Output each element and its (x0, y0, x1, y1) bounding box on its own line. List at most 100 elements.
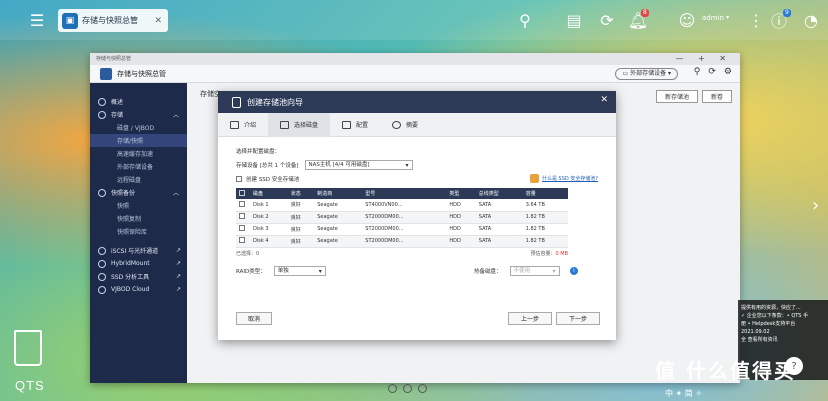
enclosure-label: 存储设备 [总共 1 个设备] (236, 163, 299, 169)
window-titlebar[interactable]: 存储与快照总管 — + ✕ (90, 53, 740, 65)
wizard-body: 选择并配置磁盘： 存储设备 [总共 1 个设备] NAS主机 [4/4 可用磁盘… (218, 137, 616, 286)
col-type[interactable]: 类型 (446, 188, 475, 199)
user-icon[interactable]: ☺ (676, 9, 698, 31)
new-volume-button[interactable]: 新卷 (701, 90, 732, 103)
cell-bus: SATA (475, 211, 523, 224)
user-chevron-icon[interactable]: ▾ (726, 14, 729, 21)
config-icon (342, 120, 352, 129)
row-checkbox[interactable] (239, 200, 245, 207)
cell-capacity: 1.82 TB (522, 211, 568, 224)
top-taskbar: ☰ ▣ 存储与快照总管 ✕ ⚲ ▤ ⟳ 🔔︎ 8 ☺ admin ▾ ⋮ ⓘ 9… (0, 0, 828, 40)
row-checkbox[interactable] (239, 225, 245, 231)
cell-disk: Disk 1 (250, 199, 288, 212)
cancel-button[interactable]: 取消 (236, 312, 272, 325)
row-checkbox[interactable] (239, 213, 245, 219)
info-icon[interactable]: i (570, 266, 578, 275)
task-title: 存储与快照总管 (82, 16, 138, 25)
notification-badge: 8 (641, 9, 649, 17)
notification-line: 册 • Helpdesk支持平台 (741, 321, 796, 327)
notification-line: 2021.09.02 (741, 329, 770, 335)
cell-status: 良好 (287, 199, 315, 212)
user-name[interactable]: admin (702, 14, 724, 22)
select-all-checkbox[interactable] (239, 189, 245, 196)
cell-disk: Disk 2 (250, 211, 288, 224)
search-icon[interactable]: ⚲ (514, 9, 536, 31)
window-controls[interactable]: — + ✕ (676, 53, 733, 65)
capacity-value: 0 MB (555, 250, 568, 257)
sidebar-item-external-storage[interactable]: 外部存储设备 (90, 160, 187, 173)
refresh-icon[interactable]: ⟳ (708, 67, 716, 77)
check-circle-icon (392, 120, 402, 129)
background-task-icon[interactable]: ▤ (563, 9, 585, 31)
hot-spare-select[interactable]: 不使用 (509, 265, 560, 276)
settings-gear-icon[interactable]: ⚙ (724, 67, 732, 77)
step-summary: 摘要 (380, 113, 430, 137)
help-bubble-icon[interactable]: ? (785, 357, 803, 375)
search-icon[interactable]: ⚲ (694, 67, 701, 77)
sidebar-item-hybridmount[interactable]: HybridMount ↗ (90, 257, 187, 270)
col-capacity[interactable]: 容量 (523, 188, 568, 199)
table-header-row: 磁盘 状态 制造商 型号 类型 总线类型 容量 (236, 188, 568, 199)
table-row[interactable]: Disk 3 良好 Seagate ST2000DM00... HDD SATA… (236, 223, 568, 236)
cell-vendor: Seagate (314, 235, 363, 248)
close-task-icon[interactable]: ✕ (154, 16, 162, 26)
col-model[interactable]: 型号 (362, 188, 446, 199)
raid-type-select[interactable]: 单独 (273, 265, 326, 276)
prev-button[interactable]: 上一步 (508, 312, 552, 325)
close-icon[interactable]: ✕ (600, 95, 608, 105)
table-row[interactable]: Disk 4 良好 Seagate ST2000DM00... HDD SATA… (236, 235, 568, 248)
step-intro: 介绍 (218, 113, 268, 137)
window-header: 存储与快照总管 ▭ 外部存储设备 ▾ ⚲ ⟳ ⚙ (90, 65, 740, 83)
sidebar-item-remote-disk[interactable]: 远程磁盘 (90, 173, 187, 186)
ssd-icon (98, 272, 106, 281)
notification-line: 提供有用的资源，快应了... (741, 305, 801, 311)
next-page-chevron-icon[interactable]: › (812, 195, 819, 216)
recycle-bin-icon[interactable] (14, 330, 42, 366)
col-vendor[interactable]: 制造商 (314, 188, 362, 199)
cell-status: 良好 (287, 211, 315, 224)
col-disk[interactable]: 磁盘 (250, 188, 288, 199)
window-title: 存储与快照总管 (117, 69, 166, 78)
ssd-profile-checkbox[interactable] (236, 176, 242, 182)
sidebar-item-snapshot-vault[interactable]: 快照保险库 (90, 225, 187, 238)
sidebar-item-snapshot-backup[interactable]: 快照备份 ︿ (90, 186, 187, 199)
row-checkbox[interactable] (239, 237, 245, 243)
watermark-logo: 值 什么值得买 (655, 359, 796, 383)
col-status[interactable]: 状态 (288, 188, 315, 199)
sidebar-item-snapshot-replica[interactable]: 快照复制 (90, 212, 187, 225)
cell-capacity: 3.64 TB (522, 199, 568, 212)
external-device-button[interactable]: ▭ 外部存储设备 ▾ (615, 68, 678, 80)
sidebar-item-iscsi[interactable]: iSCSI 与光纤通道 ↗ (90, 244, 187, 257)
dashboard-icon[interactable]: ◔ (800, 9, 822, 31)
external-link-icon: ↗ (175, 273, 181, 280)
col-bus[interactable]: 总线类型 (476, 188, 523, 199)
cell-capacity: 1.82 TB (522, 235, 568, 248)
more-options-icon[interactable]: ⋮ (745, 9, 767, 31)
sidebar-item-snapshot[interactable]: 快照 (90, 199, 187, 212)
window-small-title: 存储与快照总管 (96, 56, 132, 62)
external-link-icon: ↗ (175, 286, 181, 293)
sidebar-item-vjbod-cloud[interactable]: VJBOD Cloud ↗ (90, 283, 187, 296)
step-configure: 配置 (330, 113, 380, 137)
sidebar-item-storage-snapshots[interactable]: 存储/快照 (90, 134, 187, 147)
next-button[interactable]: 下一步 (556, 312, 600, 325)
sidebar-item-overview[interactable]: 概述 (90, 95, 187, 108)
external-device-icon[interactable]: ⟳ (596, 9, 618, 31)
table-row[interactable]: Disk 2 良好 Seagate ST2000DM00... HDD SATA… (236, 211, 568, 224)
main-menu-icon[interactable]: ☰ (26, 9, 48, 31)
ssd-help-link[interactable]: 什么是 SSD 安全存储池? (529, 174, 598, 183)
sidebar-item-ssd-profiling[interactable]: SSD 分析工具 ↗ (90, 270, 187, 283)
desktop-pager[interactable] (388, 384, 427, 393)
watermark-sub: 中 ✦ 简 ✧ (665, 389, 703, 398)
sidebar-item-cache[interactable]: 高速缓存加速 (90, 147, 187, 160)
table-row[interactable]: Disk 1 良好 Seagate ST4000VN00... HDD SATA… (236, 199, 568, 212)
sidebar-item-disks[interactable]: 磁盘 / VJBOD (90, 121, 187, 134)
cell-model: ST2000DM00... (362, 211, 447, 224)
new-pool-button[interactable]: 新存储池 (655, 90, 698, 103)
enclosure-select[interactable]: NAS主机 [4/4 可用磁盘] (304, 160, 413, 170)
task-button-storage[interactable]: ▣ 存储与快照总管 ✕ (58, 9, 168, 32)
external-link-icon: ↗ (175, 247, 181, 254)
info-badge: 9 (783, 9, 791, 17)
cell-bus: SATA (475, 235, 523, 248)
sidebar-item-storage[interactable]: 存储 ︿ (90, 108, 187, 121)
